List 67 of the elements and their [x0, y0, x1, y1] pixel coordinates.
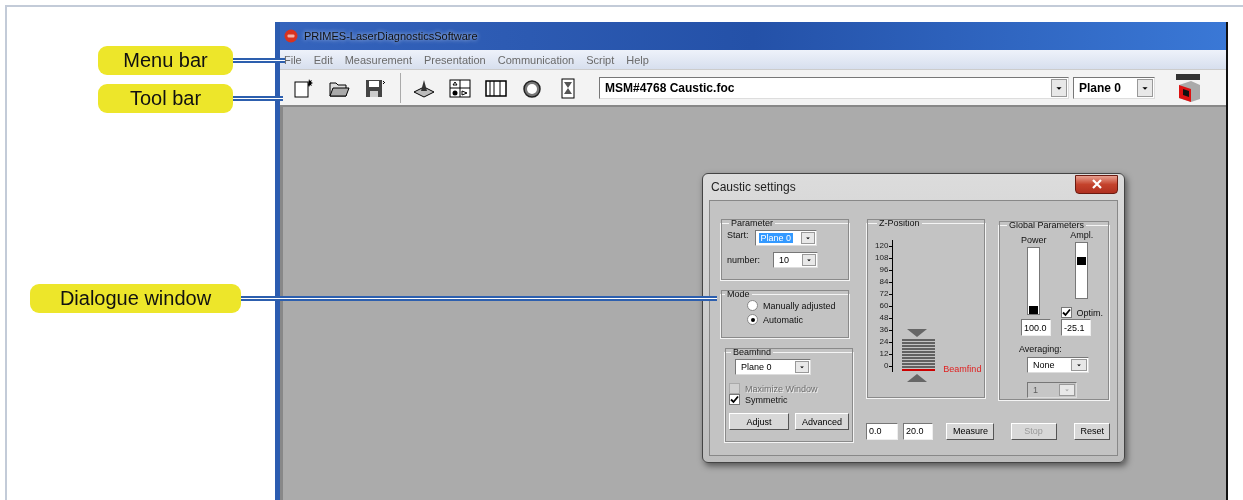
axis-tick-label: 36	[875, 324, 893, 336]
menu-item[interactable]: Script	[586, 53, 615, 66]
axis-tick-label: 84	[875, 276, 893, 288]
slider-thumb[interactable]	[1077, 257, 1087, 266]
field-label: Start:	[727, 230, 749, 240]
field-label: Averaging:	[1019, 344, 1062, 354]
group-title: Z-Position	[878, 218, 921, 228]
check-icon	[730, 395, 739, 404]
axis-tick-label: 108	[875, 252, 893, 264]
amplitude-field[interactable]: -25.1	[1061, 319, 1091, 336]
dialog-button[interactable]: Adjust	[729, 413, 789, 430]
dropdown[interactable]: Plane 0	[1073, 76, 1155, 99]
group-title: Mode	[726, 289, 751, 299]
dropdown[interactable]: 10	[773, 252, 819, 268]
dialog-button[interactable]: Advanced	[795, 413, 850, 430]
app-logo-icon	[284, 29, 298, 43]
dialog-title: Caustic settings	[711, 180, 796, 194]
checkbox-label: Maximize Window	[745, 383, 818, 394]
measurement-device-icon[interactable]	[1173, 72, 1203, 103]
marker-label: Beamfind	[943, 364, 982, 374]
axis-tick-label: 24	[875, 336, 893, 348]
axis-tick-label: 12	[875, 348, 893, 360]
group-title: Global Parameters	[1008, 220, 1086, 230]
window-title: PRIMES-LaserDiagnosticsSoftware	[304, 30, 478, 42]
group-title: Beamfind	[732, 347, 773, 357]
axis-tick-label: 96	[875, 264, 893, 276]
axis-tick-label: 120	[875, 240, 893, 252]
dropdown[interactable]: Plane 0	[735, 359, 811, 375]
dropdown[interactable]: None	[1027, 357, 1089, 373]
slider-label: Power	[1021, 235, 1047, 245]
menu-item[interactable]: Help	[626, 53, 649, 66]
dialog-button[interactable]: Measure	[946, 422, 994, 440]
callout-label: Dialogue window	[30, 284, 241, 313]
menu-item[interactable]: Communication	[497, 53, 575, 66]
dialog-button[interactable]: Reset	[1073, 422, 1110, 440]
checkbox-label: Optim.	[1076, 307, 1104, 318]
menu-item[interactable]: Presentation	[423, 53, 486, 66]
axis-tick-label: 60	[875, 300, 893, 312]
slider-track[interactable]	[1027, 247, 1041, 315]
slider-track[interactable]	[1075, 242, 1089, 299]
checkbox[interactable]	[729, 394, 740, 405]
slider-thumb[interactable]	[1029, 306, 1039, 314]
z-start-field[interactable]: 0.0	[866, 422, 898, 440]
checkbox[interactable]	[1060, 307, 1072, 318]
radio-label: Automatic	[763, 314, 804, 325]
axis-tick-label: 72	[875, 288, 893, 300]
dropdown[interactable]: MSM#4768 Caustic.foc	[599, 76, 1069, 99]
check-icon	[1061, 308, 1071, 317]
radio-label: Manually adjusted	[763, 300, 836, 311]
menu-item[interactable]: Measurement	[344, 53, 412, 66]
axis-tick-label: 48	[875, 312, 893, 324]
z-end-field[interactable]: 20.0	[903, 422, 933, 440]
power-field[interactable]: 100.0	[1021, 319, 1051, 336]
axis-tick-label: 0	[875, 360, 893, 372]
split-view-icon[interactable]	[449, 76, 471, 99]
menu-item[interactable]: Edit	[313, 53, 333, 66]
group-title: Parameter	[730, 218, 775, 228]
menu-item[interactable]: File	[284, 53, 302, 66]
slider-label: Ampl.	[1070, 230, 1094, 240]
field-label: number:	[727, 255, 761, 265]
callout-label: Menu bar	[98, 46, 233, 75]
radio-button[interactable]	[747, 314, 758, 325]
checkbox-label: Symmetric	[745, 394, 788, 405]
close-button[interactable]	[1075, 174, 1118, 194]
radio-button[interactable]	[747, 300, 758, 311]
callout-label: Tool bar	[98, 84, 233, 113]
close-icon	[1090, 179, 1103, 189]
